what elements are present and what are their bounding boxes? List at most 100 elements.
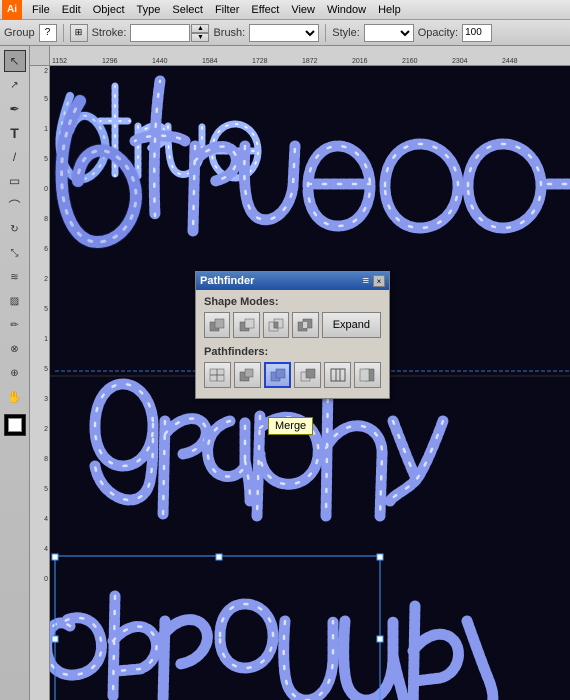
trim-btn[interactable] [234, 362, 261, 388]
outline-btn[interactable] [324, 362, 351, 388]
gradient-tool[interactable]: ▨ [4, 290, 26, 312]
expand-button[interactable]: Expand [322, 312, 381, 338]
brush-dropdown[interactable] [249, 24, 319, 42]
line-tool[interactable]: / [4, 146, 26, 168]
blend-tool[interactable]: ⊗ [4, 338, 26, 360]
menu-edit[interactable]: Edit [56, 3, 87, 17]
zoom-tool[interactable]: ⊕ [4, 362, 26, 384]
canvas-area[interactable]: 1152 1296 1440 1584 1728 1872 2016 2160 … [30, 46, 570, 700]
pen-tool[interactable]: ✒ [4, 98, 26, 120]
ruler-left-13: 8 [44, 456, 48, 463]
direct-selection-tool[interactable]: ↗ [4, 74, 26, 96]
menu-type[interactable]: Type [131, 3, 167, 17]
separator-1 [63, 24, 64, 42]
ruler-left-6: 6 [44, 246, 48, 253]
opacity-label: Opacity: [418, 27, 458, 39]
crop-btn[interactable] [294, 362, 321, 388]
stroke-input[interactable] [130, 24, 190, 42]
rotate-tool[interactable]: ↻ [4, 218, 26, 240]
menu-window[interactable]: Window [321, 3, 372, 17]
ruler-top-0: 1152 [52, 58, 67, 65]
pathfinder-panel: Pathfinder ≡ × Shape Modes: [195, 271, 390, 399]
scale-tool[interactable]: ⤡ [4, 242, 26, 264]
merge-btn[interactable] [264, 362, 291, 388]
ruler-top-2: 1440 [152, 58, 168, 65]
canvas[interactable]: Pathfinder ≡ × Shape Modes: [50, 66, 570, 700]
ruler-left-7: 2 [44, 276, 48, 283]
transform-icon[interactable]: ⊞ [70, 24, 88, 42]
ai-logo: Ai [2, 0, 22, 20]
ruler-left-9: 1 [44, 336, 48, 343]
hand-tool[interactable]: ✋ [4, 386, 26, 408]
ruler-top: 1152 1296 1440 1584 1728 1872 2016 2160 … [50, 46, 570, 66]
ruler-left-10: 5 [44, 366, 48, 373]
menu-select[interactable]: Select [166, 3, 209, 17]
intersect-btn[interactable] [263, 312, 289, 338]
main-area: ↖ ↗ ✒ T / ▭ ⌒ ↻ ⤡ ≋ ▨ ✏ ⊗ ⊕ ✋ 1152 1296 … [0, 46, 570, 700]
stroke-label: Stroke: [92, 27, 127, 39]
minus-front-btn[interactable] [233, 312, 259, 338]
ruler-left-0: 2 [44, 68, 48, 75]
shape-modes-label: Shape Modes: [204, 296, 381, 308]
shape-tool[interactable]: ▭ [4, 170, 26, 192]
ruler-top-7: 2160 [402, 58, 418, 65]
brush-tool[interactable]: ⌒ [4, 194, 26, 216]
separator-2 [325, 24, 326, 42]
help-button[interactable]: ? [39, 24, 57, 42]
ruler-left-14: 5 [44, 486, 48, 493]
menu-object[interactable]: Object [87, 3, 131, 17]
menu-help[interactable]: Help [372, 3, 407, 17]
pathfinder-close[interactable]: × [373, 275, 385, 287]
divide-btn[interactable] [204, 362, 231, 388]
menu-filter[interactable]: Filter [209, 3, 245, 17]
group-label: Group [4, 27, 35, 39]
minus-back-btn[interactable] [354, 362, 381, 388]
ruler-top-1: 1296 [102, 58, 118, 65]
type-tool[interactable]: T [4, 122, 26, 144]
ruler-left-17: 0 [44, 576, 48, 583]
ruler-top-9: 2448 [502, 58, 518, 65]
menu-file[interactable]: File [26, 3, 56, 17]
exclude-btn[interactable] [292, 312, 318, 338]
ruler-left-2: 1 [44, 126, 48, 133]
ruler-top-3: 1584 [202, 58, 218, 65]
style-dropdown[interactable] [364, 24, 414, 42]
ruler-left-8: 5 [44, 306, 48, 313]
menu-bar: Ai File Edit Object Type Select Filter E… [0, 0, 570, 20]
stroke-up[interactable]: ▲ [191, 24, 209, 33]
opacity-input[interactable] [462, 24, 492, 42]
brush-label: Brush: [213, 27, 245, 39]
ruler-top-8: 2304 [452, 58, 468, 65]
pathfinder-content: Shape Modes: [196, 290, 389, 398]
pathfinders-label: Pathfinders: [204, 346, 381, 358]
selection-tool[interactable]: ↖ [4, 50, 26, 72]
ruler-left-3: 5 [44, 156, 48, 163]
tooltip: Merge [268, 417, 313, 435]
stroke-down[interactable]: ▼ [191, 33, 209, 42]
pathfinder-title: Pathfinder [200, 275, 254, 287]
ruler-left: 2 5 1 5 0 8 6 2 5 1 5 3 2 8 5 4 4 0 [30, 66, 50, 700]
ruler-left-5: 8 [44, 216, 48, 223]
toolbox: ↖ ↗ ✒ T / ▭ ⌒ ↻ ⤡ ≋ ▨ ✏ ⊗ ⊕ ✋ [0, 46, 30, 700]
ruler-left-16: 4 [44, 546, 48, 553]
ruler-left-4: 0 [44, 186, 48, 193]
panel-menu-icon[interactable]: ≡ [363, 275, 369, 287]
ruler-top-5: 1872 [302, 58, 318, 65]
ruler-left-15: 4 [44, 516, 48, 523]
eyedropper-tool[interactable]: ✏ [4, 314, 26, 336]
ruler-top-6: 2016 [352, 58, 368, 65]
ruler-top-4: 1728 [252, 58, 268, 65]
pathfinders-row [204, 362, 381, 388]
ruler-corner [30, 46, 50, 66]
pathfinder-titlebar[interactable]: Pathfinder ≡ × [196, 272, 389, 290]
ruler-left-1: 5 [44, 96, 48, 103]
warp-tool[interactable]: ≋ [4, 266, 26, 288]
shape-modes-row: Expand [204, 312, 381, 338]
unite-btn[interactable] [204, 312, 230, 338]
menu-effect[interactable]: Effect [245, 3, 285, 17]
menu-view[interactable]: View [285, 3, 321, 17]
ruler-left-12: 2 [44, 426, 48, 433]
style-label: Style: [332, 27, 360, 39]
control-bar: Group ? ⊞ Stroke: ▲ ▼ Brush: Style: Opac… [0, 20, 570, 46]
fill-swatch[interactable] [4, 414, 26, 436]
